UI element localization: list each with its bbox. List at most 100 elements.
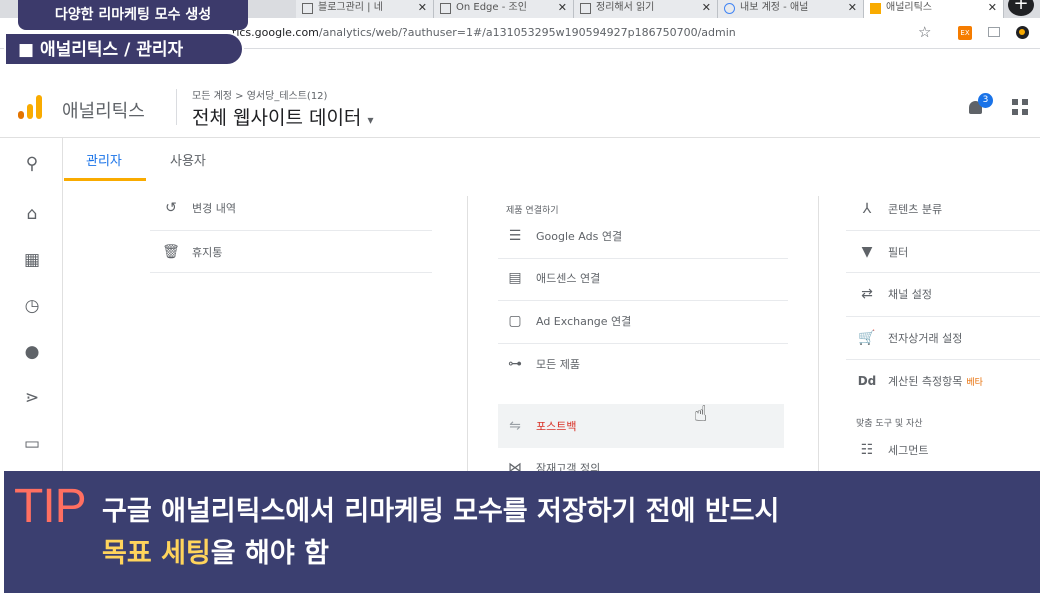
item-label: 포스트백 bbox=[536, 420, 577, 433]
browser-tab-label: 내보 계정 - 애널 bbox=[740, 2, 809, 13]
clock-icon[interactable]: ◷ bbox=[22, 296, 42, 316]
browser-tab[interactable]: 내보 계정 - 애널 ✕ bbox=[718, 0, 864, 18]
notification-badge: 3 bbox=[978, 93, 993, 108]
chevron-down-icon: ▾ bbox=[367, 113, 374, 127]
url-path: /analytics/web/?authuser=1#/a131053295w1… bbox=[318, 26, 736, 39]
ad-exchange-icon: ▢ bbox=[508, 313, 522, 329]
postback-icon: ⇋ bbox=[509, 418, 521, 434]
tab-user[interactable]: 사용자 bbox=[170, 150, 206, 169]
item-label: 애드센스 연결 bbox=[536, 272, 601, 285]
filter-icon: ▼ bbox=[861, 244, 873, 260]
view-selector[interactable]: 전체 웹사이트 데이터 ▾ bbox=[192, 103, 373, 130]
divider bbox=[498, 343, 788, 344]
app-name: 애널리틱스 bbox=[62, 101, 145, 122]
divider bbox=[846, 359, 1040, 360]
history-icon: ↺ bbox=[165, 200, 177, 216]
admin-item-channel-settings[interactable]: ⇄ 채널 설정 bbox=[856, 286, 932, 302]
link-icon: ⊶ bbox=[508, 356, 522, 372]
google-icon bbox=[724, 3, 735, 14]
close-icon[interactable]: ✕ bbox=[988, 0, 997, 16]
header-divider bbox=[176, 89, 177, 125]
admin-item-google-ads-linking[interactable]: ☰ Google Ads 연결 bbox=[504, 228, 622, 244]
channel-settings-icon: ⇄ bbox=[861, 286, 873, 302]
item-label: Ad Exchange 연결 bbox=[536, 315, 632, 328]
beta-badge: 베타 bbox=[966, 378, 983, 388]
left-sidebar: ⚲ ⌂ ▦ ◷ ● ⋗ ▭ bbox=[0, 138, 63, 478]
admin-item-segments[interactable]: ☷ 세그먼트 bbox=[856, 442, 929, 458]
tip-line-2: 목표 세팅을 해야 함 bbox=[102, 531, 329, 570]
item-label: 변경 내역 bbox=[192, 202, 236, 215]
divider bbox=[846, 230, 1040, 231]
content-grouping-icon: ⅄ bbox=[862, 201, 872, 217]
browser-tab[interactable]: 블로그관리 | 네 ✕ bbox=[296, 0, 434, 18]
behavior-icon[interactable]: ▭ bbox=[22, 434, 42, 454]
breadcrumb[interactable]: 모든 계정 > 영서당_테스트(12) bbox=[192, 87, 327, 102]
item-label: 모든 제품 bbox=[536, 358, 580, 371]
cart-icon: 🛒 bbox=[858, 330, 876, 346]
item-label: Google Ads 연결 bbox=[536, 230, 623, 243]
hand-pointer-icon: ☝ bbox=[694, 402, 708, 427]
column-divider bbox=[467, 196, 468, 472]
tip-line-1: 구글 애널리틱스에서 리마케팅 모수를 저장하기 전에 반드시 bbox=[102, 496, 780, 527]
view-name: 전체 웹사이트 데이터 bbox=[192, 107, 362, 129]
close-icon[interactable]: ✕ bbox=[558, 0, 567, 16]
home-icon[interactable]: ⌂ bbox=[22, 204, 42, 224]
extension-icon[interactable] bbox=[1016, 26, 1029, 39]
adsense-icon: ▤ bbox=[508, 270, 522, 286]
browser-tab-label: 블로그관리 | 네 bbox=[318, 2, 383, 13]
caption-top-label: 다양한 리마케팅 모수 생성 bbox=[18, 0, 248, 30]
admin-item-ecommerce-settings[interactable]: 🛒 전자상거래 설정 bbox=[856, 330, 962, 346]
item-label: 전자상거래 설정 bbox=[888, 332, 963, 345]
bookmark-star-icon[interactable]: ☆ bbox=[918, 23, 931, 41]
new-tab-button[interactable]: + bbox=[1008, 0, 1034, 16]
page-icon bbox=[302, 3, 313, 14]
divider bbox=[498, 258, 788, 259]
analytics-icon bbox=[870, 3, 881, 14]
close-icon[interactable]: ✕ bbox=[848, 0, 857, 16]
dashboard-icon[interactable]: ▦ bbox=[22, 250, 42, 270]
search-icon[interactable]: ⚲ bbox=[22, 154, 42, 174]
admin-item-ad-exchange-linking[interactable]: ▢ Ad Exchange 연결 bbox=[504, 313, 631, 329]
active-tab-indicator bbox=[64, 178, 146, 181]
item-label: 필터 bbox=[888, 246, 909, 259]
segment-icon: ☷ bbox=[860, 442, 874, 458]
column-divider bbox=[818, 196, 819, 472]
tip-rest: 을 해야 함 bbox=[210, 538, 329, 569]
admin-item-trash[interactable]: 🗑 휴지통 bbox=[160, 244, 222, 260]
divider bbox=[846, 316, 1040, 317]
page-icon bbox=[440, 3, 451, 14]
admin-item-adsense-linking[interactable]: ▤ 애드센스 연결 bbox=[504, 270, 600, 286]
divider bbox=[498, 300, 788, 301]
notifications-button[interactable]: 3 bbox=[966, 93, 993, 117]
divider bbox=[150, 230, 432, 231]
browser-tab-label: 정리해서 읽기 bbox=[596, 2, 655, 13]
item-label: 세그먼트 bbox=[888, 444, 929, 457]
browser-tab[interactable]: On Edge - 조인 ✕ bbox=[434, 0, 574, 18]
admin-item-calculated-metrics[interactable]: Dd 계산된 측정항목 베타 bbox=[856, 373, 983, 389]
url-text[interactable]: tics.google.com/analytics/web/?authuser=… bbox=[232, 26, 736, 39]
browser-tab-active[interactable]: 애널리틱스 ✕ bbox=[864, 0, 1004, 18]
admin-item-content-grouping[interactable]: ⅄ 콘텐츠 분류 bbox=[856, 201, 942, 217]
admin-tabs: 관리자 사용자 bbox=[64, 138, 364, 182]
item-label: 채널 설정 bbox=[888, 288, 932, 301]
item-label: 콘텐츠 분류 bbox=[888, 203, 943, 216]
admin-item-all-products[interactable]: ⊶ 모든 제품 bbox=[504, 356, 580, 372]
acquisition-icon[interactable]: ⋗ bbox=[22, 388, 42, 408]
admin-item-filters[interactable]: ▼ 필터 bbox=[856, 244, 909, 260]
analytics-header: 애널리틱스 모든 계정 > 영서당_테스트(12) 전체 웹사이트 데이터 ▾ … bbox=[0, 75, 1040, 138]
close-icon[interactable]: ✕ bbox=[702, 0, 711, 16]
extension-icon[interactable]: EX bbox=[958, 26, 972, 40]
admin-item-postback[interactable]: ⇋ 포스트백 bbox=[504, 418, 576, 434]
apps-grid-icon[interactable] bbox=[1012, 99, 1028, 115]
tip-label: TIP bbox=[14, 480, 87, 533]
tab-admin[interactable]: 관리자 bbox=[86, 150, 122, 169]
browser-tab[interactable]: 정리해서 읽기 ✕ bbox=[574, 0, 718, 18]
divider bbox=[846, 272, 1040, 273]
person-icon[interactable]: ● bbox=[22, 342, 42, 362]
divider bbox=[150, 272, 432, 273]
admin-item-change-history[interactable]: ↺ 변경 내역 bbox=[160, 200, 236, 216]
extension-icon[interactable] bbox=[988, 27, 1000, 37]
caption-section-label: ■ 애널리틱스 / 관리자 bbox=[4, 32, 244, 66]
browser-tab-label: On Edge - 조인 bbox=[456, 2, 527, 13]
close-icon[interactable]: ✕ bbox=[418, 0, 427, 16]
